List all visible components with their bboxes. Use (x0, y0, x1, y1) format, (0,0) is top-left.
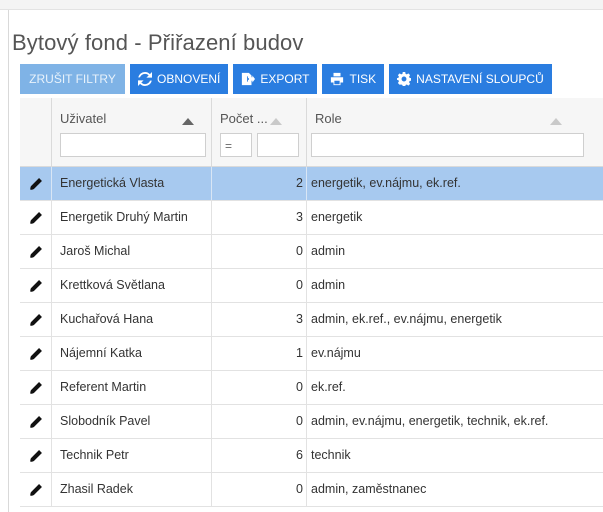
page-title: Bytový fond - Přiřazení budov (12, 30, 304, 55)
cell-count: 0 (212, 269, 307, 302)
sort-asc-icon[interactable] (182, 118, 194, 125)
edit-row-button[interactable] (20, 439, 52, 472)
pencil-icon (29, 245, 43, 259)
clear-filters-button[interactable]: ZRUŠIT FILTRY (20, 64, 125, 94)
edit-row-button[interactable] (20, 201, 52, 234)
edit-row-button[interactable] (20, 405, 52, 438)
toolbar: ZRUŠIT FILTRY OBNOVENÍ EXPORT TISK NASTA… (20, 64, 557, 94)
cell-user: Nájemní Katka (52, 337, 212, 370)
sort-icon[interactable] (270, 118, 282, 125)
top-strip (0, 0, 603, 10)
cell-user: Jaroš Michal (52, 235, 212, 268)
header-user[interactable]: Uživatel (52, 98, 212, 166)
cell-user: Kuchařová Hana (52, 303, 212, 336)
clear-filters-label: ZRUŠIT FILTRY (29, 72, 116, 86)
header-count-label: Počet ... (220, 111, 268, 126)
cell-count: 3 (212, 303, 307, 336)
table-row[interactable]: Technik Petr 6 technik (20, 439, 603, 473)
printer-icon (330, 72, 344, 86)
cell-count: 2 (212, 167, 307, 200)
cell-role: admin, zaměstnanec (311, 482, 427, 496)
pencil-icon (29, 483, 43, 497)
gear-icon (397, 72, 412, 86)
table-row[interactable]: Zhasil Radek 0 admin, zaměstnanec (20, 473, 603, 507)
header-role-label: Role (315, 111, 342, 126)
table-row[interactable]: Kuchařová Hana 3 admin, ek.ref., ev.nájmu,… (20, 303, 603, 337)
pencil-icon (29, 381, 43, 395)
cell-count: 3 (212, 201, 307, 234)
cell-user: Referent Martin (52, 371, 212, 404)
grid-header: Uživatel Počet ... = Role (20, 98, 603, 167)
sort-icon[interactable] (550, 118, 562, 125)
cell-count: 0 (212, 405, 307, 438)
cell-count: 0 (212, 371, 307, 404)
table-row[interactable]: Jaroš Michal 0 admin (20, 235, 603, 269)
export-label: EXPORT (260, 72, 310, 86)
export-icon (241, 72, 256, 86)
table-row[interactable]: Energetická Vlasta 2 energetik, ev.nájmu, … (20, 167, 603, 201)
pencil-icon (29, 415, 43, 429)
cell-role: admin (311, 278, 346, 292)
cell-user: Zhasil Radek (52, 473, 212, 506)
cell-role: energetik, ev.nájmu, ek.ref. (311, 176, 461, 190)
cell-role: ev.nájmu (311, 346, 361, 360)
edit-row-button[interactable] (20, 337, 52, 370)
pencil-icon (29, 449, 43, 463)
edit-row-button[interactable] (20, 235, 52, 268)
filter-count-input[interactable] (257, 133, 299, 157)
cell-user: Krettková Světlana (52, 269, 212, 302)
cell-count: 0 (212, 473, 307, 506)
cell-role: technik (311, 448, 351, 462)
edit-row-button[interactable] (20, 473, 52, 506)
cell-role: admin, ek.ref., ev.nájmu, energetik (311, 312, 502, 326)
filter-role-input[interactable] (311, 133, 584, 157)
pencil-icon (29, 347, 43, 361)
cell-user: Energetik Druhý Martin (52, 201, 212, 234)
data-grid: Uživatel Počet ... = Role Energetická Vl… (20, 98, 603, 507)
filter-count-operator[interactable]: = (220, 133, 252, 157)
edit-row-button[interactable] (20, 167, 52, 200)
column-settings-label: NASTAVENÍ SLOUPCŮ (416, 72, 544, 86)
pencil-icon (29, 177, 43, 191)
cell-count: 1 (212, 337, 307, 370)
export-button[interactable]: EXPORT (233, 64, 318, 94)
left-border (8, 10, 9, 512)
cell-role: energetik (311, 210, 363, 224)
table-row[interactable]: Slobodník Pavel 0 admin, ev.nájmu, energet… (20, 405, 603, 439)
edit-row-button[interactable] (20, 269, 52, 302)
print-button[interactable]: TISK (322, 64, 385, 94)
refresh-label: OBNOVENÍ (157, 72, 221, 86)
refresh-icon (138, 72, 152, 86)
cell-count: 6 (212, 439, 307, 472)
refresh-button[interactable]: OBNOVENÍ (130, 64, 229, 94)
header-user-label: Uživatel (60, 111, 107, 126)
pencil-icon (29, 313, 43, 327)
edit-row-button[interactable] (20, 371, 52, 404)
cell-role: admin (311, 244, 346, 258)
grid-body: Energetická Vlasta 2 energetik, ev.nájmu, … (20, 167, 603, 507)
table-row[interactable]: Krettková Světlana 0 admin (20, 269, 603, 303)
filter-user-input[interactable] (60, 133, 206, 157)
table-row[interactable]: Nájemní Katka 1 ev.nájmu (20, 337, 603, 371)
header-count[interactable]: Počet ... = (212, 98, 307, 166)
table-row[interactable]: Energetik Druhý Martin 3 energetik (20, 201, 603, 235)
print-label: TISK (349, 72, 377, 86)
header-role[interactable]: Role (307, 98, 603, 166)
header-edit-column (20, 98, 52, 166)
table-row[interactable]: Referent Martin 0 ek.ref. (20, 371, 603, 405)
column-settings-button[interactable]: NASTAVENÍ SLOUPCŮ (389, 64, 552, 94)
cell-role: ek.ref. (311, 380, 346, 394)
pencil-icon (29, 211, 43, 225)
cell-user: Technik Petr (52, 439, 212, 472)
edit-row-button[interactable] (20, 303, 52, 336)
cell-count: 0 (212, 235, 307, 268)
cell-user: Slobodník Pavel (52, 405, 212, 438)
cell-user: Energetická Vlasta (52, 167, 212, 200)
pencil-icon (29, 279, 43, 293)
cell-role: admin, ev.nájmu, energetik, technik, ek.… (311, 414, 549, 428)
